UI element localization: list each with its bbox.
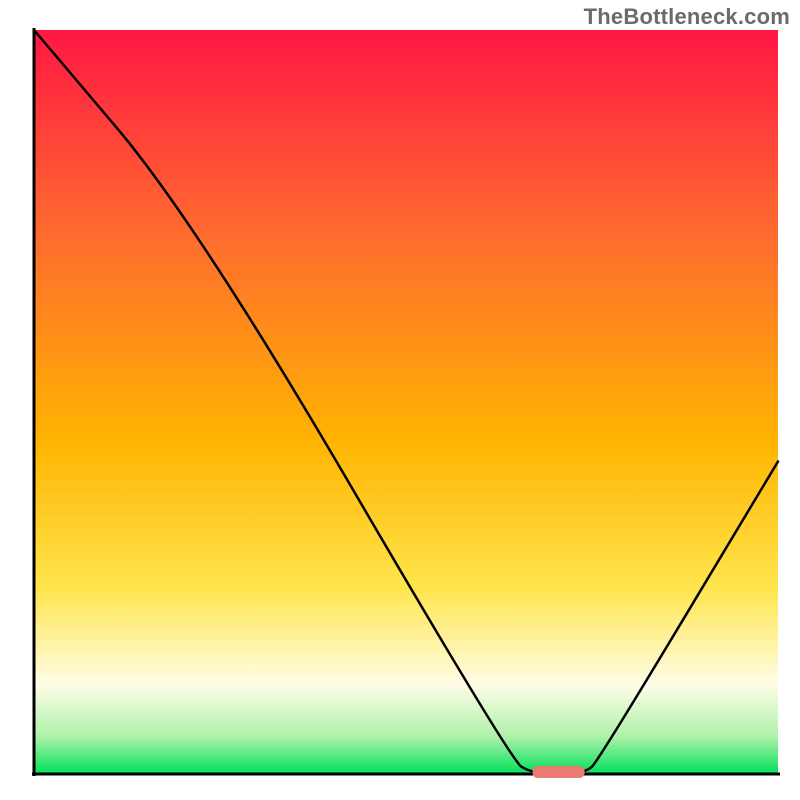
bottleneck-chart (0, 0, 800, 800)
watermark-text: TheBottleneck.com (584, 4, 790, 30)
optimal-marker (533, 766, 585, 778)
chart-container: TheBottleneck.com (0, 0, 800, 800)
plot-gradient-background (34, 30, 778, 774)
